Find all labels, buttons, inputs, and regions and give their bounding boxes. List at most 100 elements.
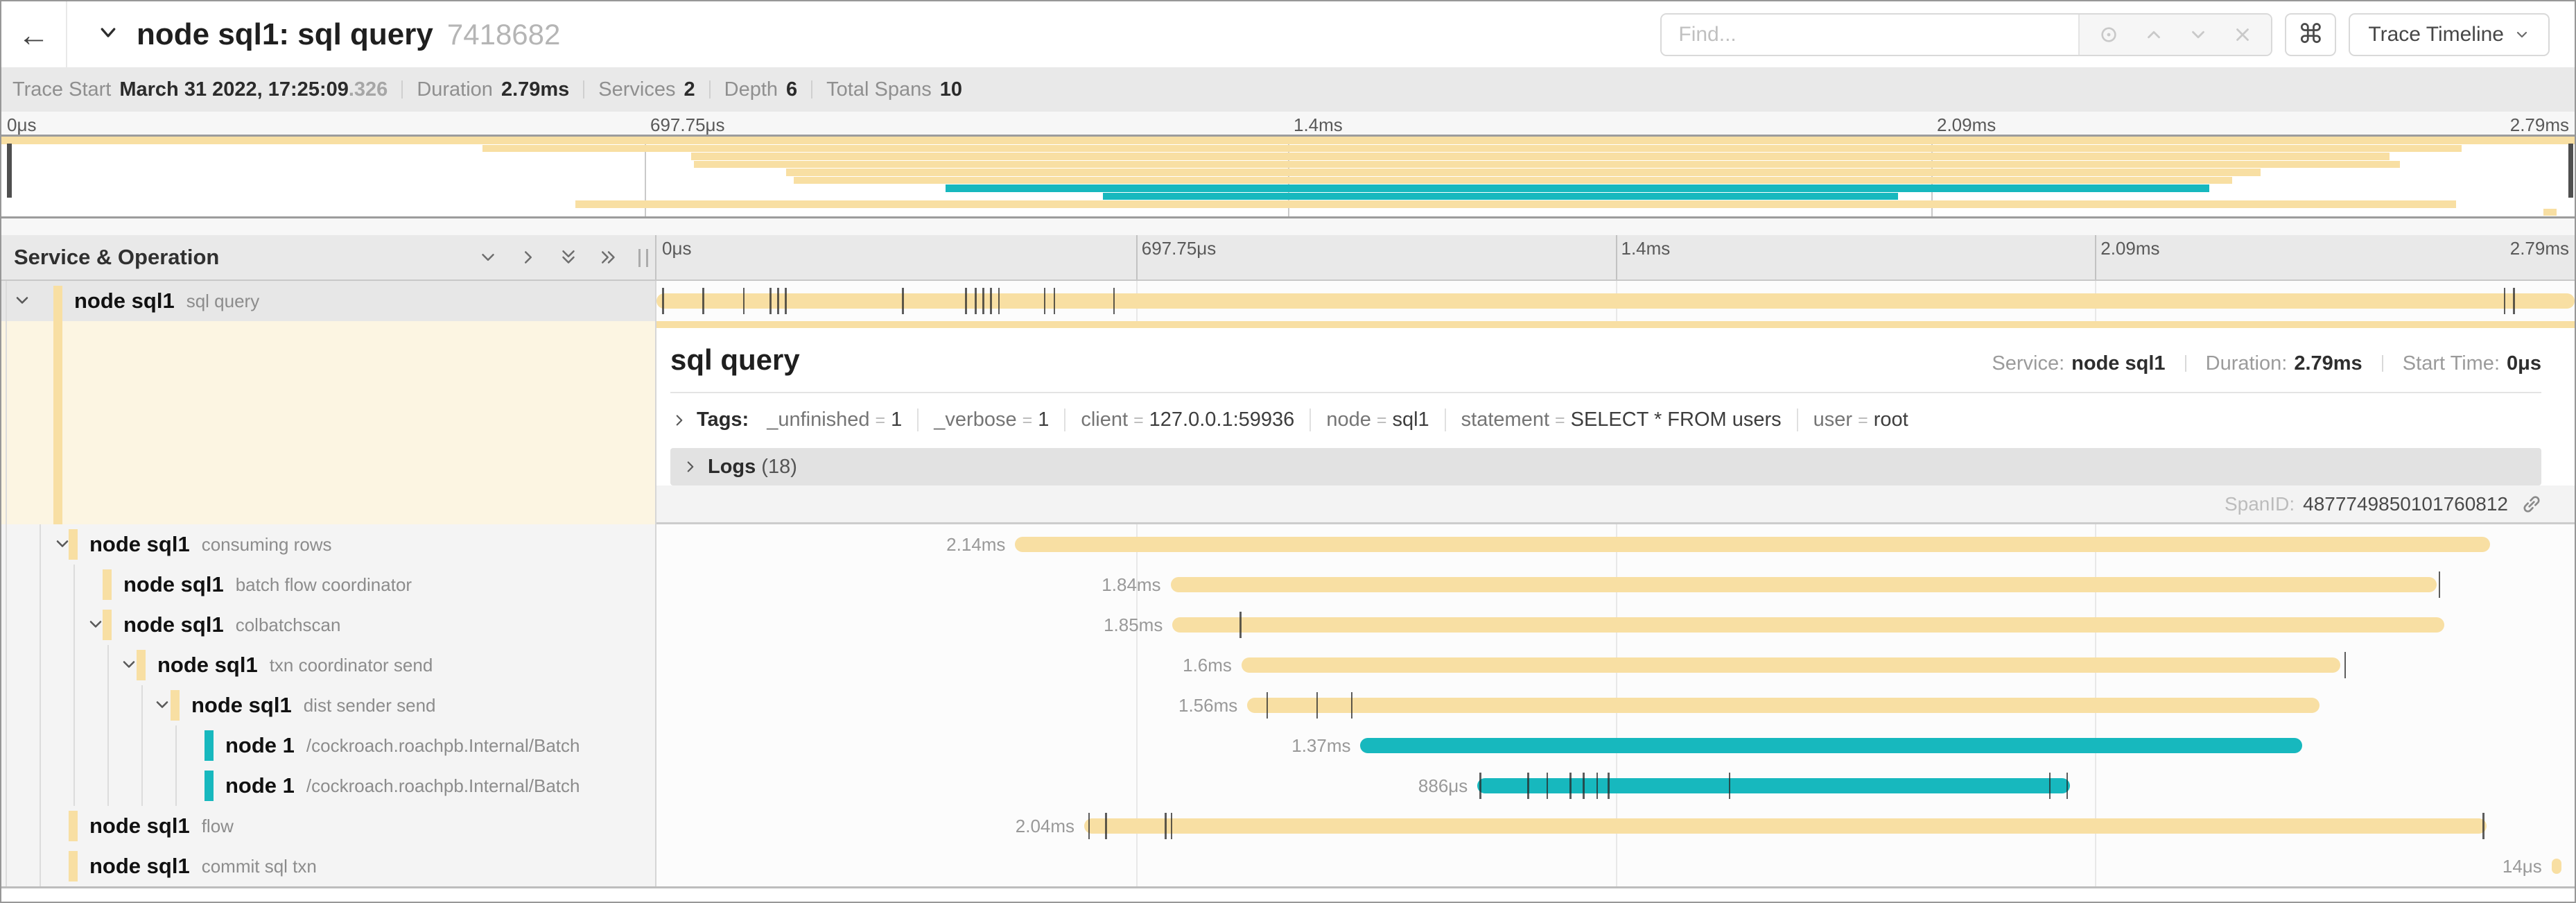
row-expander-chevron-down-icon[interactable] xyxy=(119,655,139,678)
log-marker-tick xyxy=(2439,571,2441,598)
operation-name: dist sender send xyxy=(304,695,436,716)
log-marker-tick xyxy=(1547,773,1549,799)
timeline-gridline xyxy=(1136,725,1138,766)
logs-expander[interactable]: Logs (18) xyxy=(670,448,2541,485)
span-name-label: node 1/cockroach.roachpb.Internal/Batch xyxy=(225,766,580,806)
span-bar[interactable] xyxy=(1084,818,2487,834)
trace-minimap: 0μs697.75μs1.4ms2.09ms2.79ms xyxy=(1,112,2575,235)
span-timeline-cell[interactable]: 14μs xyxy=(655,846,2575,886)
log-marker-tick xyxy=(1608,773,1610,799)
span-timeline-cell[interactable]: 1.85ms xyxy=(655,605,2575,645)
collapse-trace-chevron-down-icon[interactable] xyxy=(95,22,121,46)
view-selector-button[interactable]: Trace Timeline xyxy=(2349,13,2550,56)
span-bar[interactable] xyxy=(1360,738,2302,753)
span-row[interactable]: node 1/cockroach.roachpb.Internal/Batch 8… xyxy=(1,766,2575,806)
span-row[interactable]: node sql1colbatchscan1.85ms xyxy=(1,605,2575,645)
tree-guide-line xyxy=(141,725,143,766)
span-bar[interactable] xyxy=(1171,577,2437,592)
operation-name: commit sql txn xyxy=(202,856,317,877)
log-marker-tick xyxy=(785,288,787,314)
span-row[interactable]: node sql1consuming rows2.14ms xyxy=(1,524,2575,565)
tree-guide-line xyxy=(6,685,7,725)
service-name: node sql1 xyxy=(74,289,175,313)
timeline-gridline xyxy=(2095,846,2096,886)
span-bar[interactable] xyxy=(1477,778,2070,793)
tree-guide-line xyxy=(6,565,7,605)
span-timeline-cell[interactable]: 1.84ms xyxy=(655,565,2575,605)
span-bar[interactable] xyxy=(1242,657,2340,673)
tree-guide-line xyxy=(40,565,41,605)
clear-find-icon[interactable] xyxy=(2232,24,2253,45)
tree-guide-line xyxy=(73,645,75,685)
next-match-chevron-down-icon[interactable] xyxy=(2188,24,2209,45)
span-row[interactable]: node 1/cockroach.roachpb.Internal/Batch1… xyxy=(1,725,2575,766)
minimap-row xyxy=(1,137,2575,145)
keyboard-shortcuts-button[interactable]: ⌘ xyxy=(2285,13,2336,56)
axis-tick-label: 0μs xyxy=(7,114,36,136)
expand-one-chevron-right-icon[interactable] xyxy=(518,247,539,268)
span-row[interactable]: node sql1commit sql txn14μs xyxy=(1,846,2575,886)
tags-list: _unfinished=1_verbose=1client=127.0.0.1:… xyxy=(756,409,1923,431)
span-timeline-cell[interactable]: 2.14ms xyxy=(655,524,2575,565)
span-duration-label: 1.56ms xyxy=(1178,685,1237,725)
collapse-all-double-chevron-down-icon[interactable] xyxy=(558,247,579,268)
axis-tick-label: 0μs xyxy=(662,238,691,259)
span-name-cell[interactable]: node sql1commit sql txn xyxy=(1,846,655,886)
row-expander-chevron-down-icon[interactable] xyxy=(12,291,32,313)
expand-all-double-chevron-right-icon[interactable] xyxy=(598,247,619,268)
service-name: node sql1 xyxy=(123,572,224,597)
tags-expander[interactable]: Tags: _unfinished=1_verbose=1client=127.… xyxy=(670,409,2541,431)
span-bar[interactable] xyxy=(1015,537,2490,552)
span-name-cell[interactable]: node sql1batch flow coordinator xyxy=(1,565,655,605)
tree-guide-line xyxy=(107,645,109,685)
span-row[interactable]: node sql1batch flow coordinator1.84ms xyxy=(1,565,2575,605)
viewport-left-drag-handle[interactable] xyxy=(7,144,12,198)
span-timeline-cell[interactable] xyxy=(655,281,2575,321)
minimap-row xyxy=(1,193,2575,201)
span-bar[interactable] xyxy=(656,293,2575,309)
span-timeline-cell[interactable]: 1.37ms xyxy=(655,725,2575,766)
timeline-gridline xyxy=(2095,766,2096,806)
span-name-cell[interactable]: node 1/cockroach.roachpb.Internal/Batch xyxy=(1,766,655,806)
deep-link-icon[interactable] xyxy=(2521,493,2543,515)
span-name-cell[interactable]: node sql1consuming rows xyxy=(1,524,655,565)
axis-tick-label: 2.79ms xyxy=(2510,114,2569,136)
collapse-one-chevron-down-icon[interactable] xyxy=(478,247,498,268)
tree-guide-line xyxy=(175,725,177,766)
span-name-cell[interactable]: node sql1flow xyxy=(1,806,655,846)
tree-guide-line xyxy=(141,766,143,806)
viewport-right-drag-handle[interactable] xyxy=(2568,144,2573,198)
span-row[interactable]: node sql1txn coordinator send1.6ms xyxy=(1,645,2575,685)
span-name-cell[interactable]: node 1/cockroach.roachpb.Internal/Batch xyxy=(1,725,655,766)
span-bar[interactable] xyxy=(2552,859,2561,874)
span-name-cell[interactable]: node sql1txn coordinator send xyxy=(1,645,655,685)
span-bar[interactable] xyxy=(1247,698,2320,713)
prev-match-chevron-up-icon[interactable] xyxy=(2143,24,2164,45)
minimap-canvas[interactable] xyxy=(1,135,2575,218)
find-input[interactable] xyxy=(1662,15,2078,55)
span-name-cell[interactable]: node sql1sql query xyxy=(1,281,655,321)
span-timeline-cell[interactable]: 886μs xyxy=(655,766,2575,806)
span-timeline-cell[interactable]: 1.6ms xyxy=(655,645,2575,685)
minimap-span-bar xyxy=(946,184,2209,192)
focus-match-icon[interactable] xyxy=(2098,24,2120,46)
trace-id: 7418682 xyxy=(447,18,561,51)
log-marker-tick xyxy=(1583,773,1585,799)
tree-guide-line xyxy=(73,725,75,766)
column-resizer-grip[interactable] xyxy=(638,249,648,267)
operation-name: colbatchscan xyxy=(236,614,341,636)
row-expander-chevron-down-icon[interactable] xyxy=(153,695,172,718)
span-timeline-cell[interactable]: 1.56ms xyxy=(655,685,2575,725)
span-row[interactable]: node sql1flow2.04ms xyxy=(1,806,2575,846)
span-bar[interactable] xyxy=(1172,617,2444,633)
log-marker-tick xyxy=(1351,692,1353,719)
span-row[interactable]: node sql1sql query xyxy=(1,281,2575,321)
span-timeline-cell[interactable]: 2.04ms xyxy=(655,806,2575,846)
span-row[interactable]: node sql1dist sender send 1.56ms xyxy=(1,685,2575,725)
trace-title-wrap[interactable]: node sql1: sql query 7418682 xyxy=(95,17,560,52)
find-group xyxy=(1660,13,2272,56)
span-name-cell[interactable]: node sql1dist sender send xyxy=(1,685,655,725)
back-button[interactable]: ← xyxy=(1,1,67,67)
log-marker-tick xyxy=(990,288,992,314)
span-name-cell[interactable]: node sql1colbatchscan xyxy=(1,605,655,645)
